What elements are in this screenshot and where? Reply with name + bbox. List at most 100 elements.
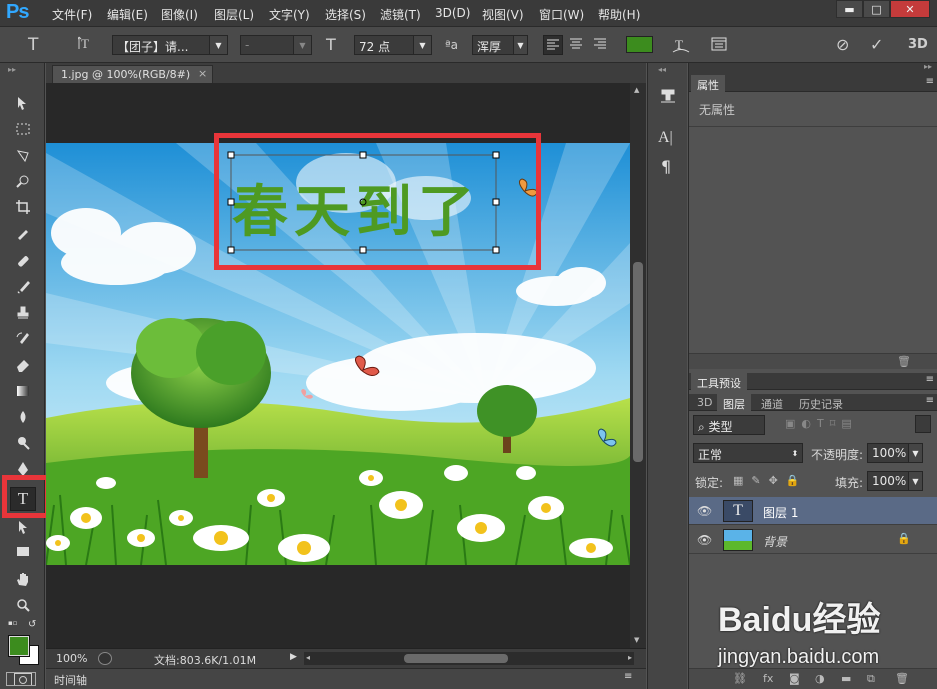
menu-3d[interactable]: 3D(D) bbox=[435, 6, 470, 20]
3d-text-button[interactable]: 3D bbox=[908, 37, 928, 52]
character-panel-icon[interactable]: A| bbox=[658, 129, 673, 147]
type-tool-icon[interactable]: T bbox=[10, 487, 36, 511]
default-colors-icon[interactable]: ▪▫ bbox=[8, 619, 18, 629]
tab-tool-presets[interactable]: 工具预设 bbox=[691, 373, 747, 390]
layers-menu-icon[interactable]: ≡ bbox=[926, 395, 934, 406]
tab-3d[interactable]: 3D bbox=[691, 394, 718, 411]
warp-text-icon[interactable]: T bbox=[672, 35, 690, 58]
dock-expand-icon[interactable]: ▸▸ bbox=[924, 62, 932, 71]
link-layers-icon[interactable]: ⛓ bbox=[733, 672, 747, 685]
vertical-scroll-thumb[interactable] bbox=[633, 262, 643, 462]
screen-mode-icon[interactable] bbox=[6, 672, 36, 686]
healing-brush-tool-icon[interactable] bbox=[10, 251, 36, 271]
paragraph-panel-icon[interactable]: ¶ bbox=[661, 157, 671, 176]
align-right-button[interactable] bbox=[591, 35, 611, 55]
tab-properties[interactable]: 属性 bbox=[691, 75, 725, 92]
adjustment-icon[interactable]: ◑ bbox=[815, 672, 825, 685]
menu-type[interactable]: 文字(Y) bbox=[269, 6, 310, 23]
eraser-tool-icon[interactable] bbox=[10, 355, 36, 375]
menu-layer[interactable]: 图层(L) bbox=[214, 6, 254, 23]
panel-collapse-icon[interactable]: ▸▸ bbox=[8, 65, 16, 74]
timeline-tab[interactable]: 时间轴 bbox=[54, 672, 87, 688]
commit-edit-icon[interactable]: ✓ bbox=[870, 35, 883, 54]
align-center-button[interactable] bbox=[567, 35, 587, 55]
visibility-eye-icon[interactable]: 👁 bbox=[697, 533, 712, 547]
layer-name[interactable]: 背景 bbox=[763, 533, 787, 550]
layer-filter-icons[interactable]: ▣◐T⌑▤ bbox=[785, 417, 858, 430]
maximize-button[interactable]: □ bbox=[863, 0, 890, 18]
menu-edit[interactable]: 编辑(E) bbox=[107, 6, 148, 23]
layer-row-text[interactable]: 👁 T 图层 1 bbox=[689, 497, 937, 525]
tab-history[interactable]: 历史记录 bbox=[793, 394, 849, 411]
dodge-tool-icon[interactable] bbox=[10, 433, 36, 453]
fx-icon[interactable]: fx bbox=[763, 672, 773, 685]
filter-toggle[interactable] bbox=[915, 415, 931, 433]
lock-icons[interactable]: ▦✎✥🔒 bbox=[733, 474, 808, 487]
group-icon[interactable]: ▬ bbox=[841, 672, 851, 685]
canvas-area[interactable]: 春天到了 bbox=[46, 83, 630, 648]
opacity-input[interactable]: 100% ▼ bbox=[867, 443, 923, 463]
trash-icon[interactable]: 🗑 bbox=[897, 355, 911, 368]
visibility-eye-icon[interactable]: 👁 bbox=[697, 504, 712, 518]
menu-filter[interactable]: 滤镜(T) bbox=[380, 6, 421, 23]
font-size-select[interactable]: 72 点 ▼ bbox=[354, 35, 432, 55]
menu-view[interactable]: 视图(V) bbox=[482, 6, 524, 23]
delete-layer-icon[interactable]: 🗑 bbox=[895, 672, 909, 685]
align-left-button[interactable] bbox=[543, 35, 563, 55]
scroll-down-icon[interactable]: ▼ bbox=[634, 636, 639, 644]
type-tool-preset-icon[interactable]: T bbox=[28, 35, 38, 55]
menu-image[interactable]: 图像(I) bbox=[161, 6, 198, 23]
blend-mode-select[interactable]: 正常 ⬍ bbox=[693, 443, 803, 463]
tab-layers[interactable]: 图层 bbox=[717, 394, 751, 411]
scroll-right-icon[interactable]: ▸ bbox=[628, 653, 632, 662]
anti-alias-select[interactable]: 浑厚 ▼ bbox=[472, 35, 528, 55]
menu-file[interactable]: 文件(F) bbox=[52, 6, 92, 23]
scroll-left-icon[interactable]: ◂ bbox=[306, 653, 310, 662]
hand-tool-icon[interactable] bbox=[10, 569, 36, 589]
character-panel-toggle-icon[interactable] bbox=[710, 35, 728, 56]
font-style-select[interactable]: - ▼ bbox=[240, 35, 312, 55]
minimize-button[interactable]: ▬ bbox=[836, 0, 863, 18]
path-selection-tool-icon[interactable] bbox=[10, 517, 36, 537]
swap-colors-icon[interactable]: ↺ bbox=[28, 619, 36, 630]
blur-tool-icon[interactable] bbox=[10, 407, 36, 427]
font-family-select[interactable]: 【团子】请... ▼ bbox=[112, 35, 228, 55]
tool-presets-icon[interactable] bbox=[658, 87, 678, 110]
text-orientation-toggle-icon[interactable]: T bbox=[77, 35, 94, 55]
document-tab[interactable]: 1.jpg @ 100%(RGB/8#) × bbox=[52, 65, 214, 83]
new-layer-icon[interactable]: ⧉ bbox=[867, 672, 875, 686]
zoom-tool-icon[interactable] bbox=[10, 595, 36, 615]
brush-tool-icon[interactable] bbox=[10, 277, 36, 297]
menu-window[interactable]: 窗口(W) bbox=[539, 6, 584, 23]
menu-select[interactable]: 选择(S) bbox=[325, 6, 366, 23]
close-window-button[interactable]: ✕ bbox=[890, 0, 930, 18]
crop-tool-icon[interactable] bbox=[10, 197, 36, 217]
text-color-swatch[interactable] bbox=[626, 36, 653, 53]
tool-presets-menu-icon[interactable]: ≡ bbox=[926, 374, 934, 385]
zoom-level[interactable]: 100% bbox=[56, 652, 87, 665]
marquee-tool-icon[interactable] bbox=[10, 119, 36, 139]
rectangle-tool-icon[interactable] bbox=[10, 541, 36, 561]
status-menu-arrow-icon[interactable]: ▶ bbox=[290, 652, 297, 662]
menu-help[interactable]: 帮助(H) bbox=[598, 6, 640, 23]
share-icon[interactable] bbox=[98, 652, 112, 665]
fill-input[interactable]: 100% ▼ bbox=[867, 471, 923, 491]
mask-icon[interactable]: ◙ bbox=[789, 672, 800, 685]
lasso-tool-icon[interactable] bbox=[10, 145, 36, 165]
layer-name[interactable]: 图层 1 bbox=[763, 504, 798, 521]
layer-filter-select[interactable]: ⌕ 类型 bbox=[693, 415, 765, 435]
timeline-menu-icon[interactable]: ≡ bbox=[624, 671, 632, 682]
foreground-color-swatch[interactable] bbox=[8, 635, 30, 657]
eyedropper-tool-icon[interactable] bbox=[10, 223, 36, 243]
scroll-up-icon[interactable]: ▲ bbox=[634, 86, 639, 94]
quick-selection-tool-icon[interactable] bbox=[10, 171, 36, 191]
horizontal-scrollbar[interactable]: ◂ ▸ bbox=[304, 652, 634, 665]
clone-stamp-tool-icon[interactable] bbox=[10, 303, 36, 323]
horizontal-scroll-thumb[interactable] bbox=[404, 654, 508, 663]
layer-row-background[interactable]: 👁 背景 🔒 bbox=[689, 526, 937, 554]
history-brush-tool-icon[interactable] bbox=[10, 329, 36, 349]
close-tab-icon[interactable]: × bbox=[198, 67, 207, 80]
properties-menu-icon[interactable]: ≡ bbox=[926, 76, 934, 87]
strip-collapse-icon[interactable]: ◂◂ bbox=[658, 65, 666, 74]
tab-channels[interactable]: 通道 bbox=[755, 394, 789, 411]
